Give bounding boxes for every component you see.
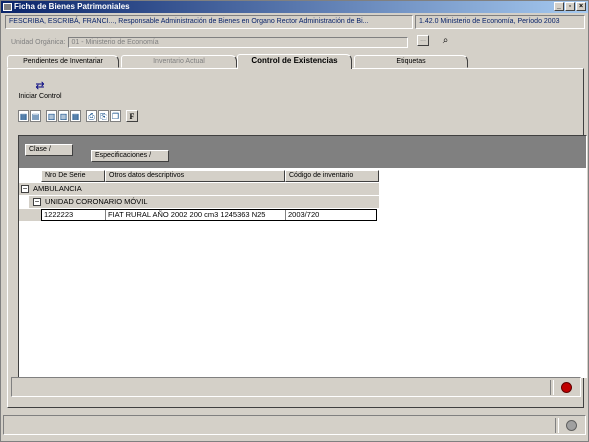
column-header-descripcion[interactable]: Otros datos descriptivos — [105, 170, 285, 182]
main-window: Ficha de Bienes Patrimoniales _ ▫ × FESC… — [0, 0, 589, 442]
info-bar: FESCRIBA, ESCRIBÁ, FRANCI..., Responsabl… — [5, 15, 585, 29]
window-controls: _ ▫ × — [554, 2, 586, 11]
start-control-label: Iniciar Control — [18, 93, 62, 100]
group-row-ambulancia[interactable]: − AMBULANCIA — [19, 183, 379, 195]
start-control-button[interactable]: ⇄ Iniciar Control — [11, 79, 69, 105]
columns-alt-icon[interactable]: ▥ — [58, 110, 69, 122]
collapse-icon[interactable]: − — [33, 198, 41, 206]
print-icon[interactable]: ⎙ — [86, 110, 97, 122]
collapse-icon[interactable]: − — [21, 185, 29, 193]
group-by-bar: Clase / Especificaciones / — [19, 136, 586, 168]
status-indicator-icon — [566, 420, 577, 431]
column-header-codigo[interactable]: Código de inventario — [285, 170, 379, 182]
cell-codigo[interactable]: 2003/720 — [286, 210, 376, 220]
tab-control-existencias[interactable]: Control de Existencias — [237, 54, 352, 69]
cell-descripcion[interactable]: FIAT RURAL AÑO 2002 200 cm3 1245363 N25 — [106, 210, 286, 220]
close-button[interactable]: × — [576, 2, 586, 11]
row-indent — [19, 209, 41, 221]
title-bar: Ficha de Bienes Patrimoniales _ ▫ × — [1, 1, 588, 13]
group-chip-especificaciones[interactable]: Especificaciones / — [91, 150, 169, 162]
window-status-bar — [3, 415, 586, 435]
divider — [550, 380, 554, 395]
grid-toolbar: ▦ ▤ ▥ ▥ ▦ ⎙ ⎘ ❐ F — [18, 110, 138, 124]
group-row-unidad-coronario[interactable]: − UNIDAD CORONARIO MÓVIL — [29, 196, 379, 208]
maximize-button[interactable]: ▫ — [565, 2, 575, 11]
grid-icon[interactable]: ▦ — [18, 110, 29, 122]
column-header-serie[interactable]: Nro De Serie — [41, 170, 105, 182]
export-icon[interactable]: ▤ — [30, 110, 41, 122]
copy-icon[interactable]: ❐ — [110, 110, 121, 122]
group-label: AMBULANCIA — [33, 184, 82, 193]
unit-row: Unidad Orgánica: 01 - Ministerio de Econ… — [11, 36, 409, 48]
panel-status-bar — [11, 377, 581, 397]
unit-search-icon[interactable]: ⌕ — [438, 34, 453, 47]
tab-etiquetas[interactable]: Etiquetas — [354, 55, 468, 68]
unit-label: Unidad Orgánica: — [11, 38, 66, 46]
cell-serie[interactable]: 1222223 — [42, 210, 106, 220]
record-icon[interactable] — [561, 382, 572, 393]
unit-browse-button[interactable]: ... — [417, 35, 429, 46]
font-icon[interactable]: F — [126, 110, 138, 122]
tab-inventario-actual: Inventario Actual — [121, 55, 237, 68]
print-preview-icon[interactable]: ⎘ — [98, 110, 109, 122]
table-icon[interactable]: ▦ — [70, 110, 81, 122]
group-chip-clase[interactable]: Clase / — [25, 144, 73, 156]
window-title: Ficha de Bienes Patrimoniales — [14, 2, 130, 11]
data-grid[interactable]: Clase / Especificaciones / Nro De Serie … — [18, 135, 587, 378]
unit-field: 01 - Ministerio de Economía — [68, 36, 409, 48]
divider — [555, 418, 559, 433]
tab-strip: Pendientes de Inventariar Inventario Act… — [7, 54, 584, 69]
user-info: FESCRIBA, ESCRIBÁ, FRANCI..., Responsabl… — [5, 15, 413, 29]
tab-pendientes[interactable]: Pendientes de Inventariar — [7, 55, 119, 68]
process-icon: ⇄ — [35, 80, 45, 92]
columns-icon[interactable]: ▥ — [46, 110, 57, 122]
table-row[interactable]: 1222223 FIAT RURAL AÑO 2002 200 cm3 1245… — [41, 209, 377, 221]
group-label: UNIDAD CORONARIO MÓVIL — [45, 197, 148, 206]
app-icon — [3, 3, 12, 11]
version-info: 1.42.0 Ministerio de Economía, Período 2… — [415, 15, 585, 29]
minimize-button[interactable]: _ — [554, 2, 564, 11]
